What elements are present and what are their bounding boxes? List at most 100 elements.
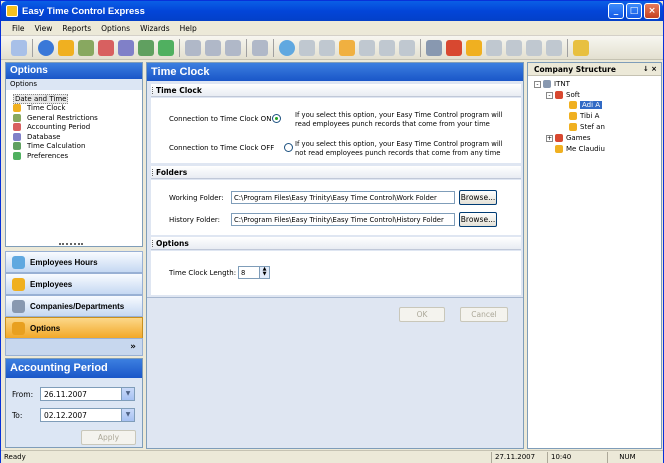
building-icon[interactable] [426, 39, 442, 56]
tree-node-tibi-a[interactable]: Tibi A [569, 112, 599, 120]
calculator-icon[interactable] [138, 39, 154, 56]
main-title: Time Clock [147, 63, 523, 81]
employee-5-icon[interactable] [546, 39, 562, 56]
nav-expand-chevron[interactable]: » [5, 338, 143, 356]
employee-2-icon[interactable] [486, 39, 502, 56]
time-clock-on-description: If you select this option, your Easy Tim… [295, 111, 503, 128]
tree-node-games[interactable]: + Games [546, 134, 591, 142]
employee-icon[interactable] [466, 39, 482, 56]
options-panel: Options Options Date and Time Time Clock… [5, 62, 143, 247]
tree-expand-icon[interactable]: + [546, 134, 553, 142]
search-icon[interactable] [279, 39, 295, 56]
menu-options[interactable]: Options [96, 24, 135, 33]
department-icon [555, 91, 563, 99]
exit-icon[interactable] [573, 39, 589, 56]
menu-wizards[interactable]: Wizards [135, 24, 175, 33]
employee-4-icon[interactable] [526, 39, 542, 56]
menu-file[interactable]: File [7, 24, 30, 33]
employee-3-icon[interactable] [506, 39, 522, 56]
ok-button[interactable]: OK [399, 307, 445, 322]
tree-node-soft[interactable]: - Soft [546, 91, 580, 99]
user-4-icon[interactable] [359, 39, 375, 56]
nav-employees[interactable]: Employees [5, 273, 143, 295]
user-icon[interactable] [299, 39, 315, 56]
splitter-grip[interactable] [59, 243, 83, 246]
menu-view[interactable]: View [30, 24, 58, 33]
cancel-button[interactable]: Cancel [460, 307, 508, 322]
time-clock-on-radio[interactable] [272, 114, 281, 123]
employee-icon [555, 145, 563, 153]
period-icon[interactable] [98, 39, 114, 56]
company-structure-panel: Company Structure ↓ × - ITNT - Soft Adi … [527, 62, 662, 449]
preferences-icon[interactable] [158, 39, 174, 56]
employee-icon [569, 123, 577, 131]
option-general-restrictions[interactable]: General Restrictions [13, 113, 142, 123]
option-preferences[interactable]: Preferences [13, 151, 142, 161]
tree-node-adi-a[interactable]: Adi A [569, 101, 603, 109]
user-2-icon[interactable] [319, 39, 335, 56]
section-options: Options [151, 237, 521, 250]
employee-icon [569, 112, 577, 120]
report-icon[interactable] [185, 39, 201, 56]
restriction-icon[interactable] [78, 39, 94, 56]
print-icon[interactable] [252, 39, 268, 56]
nav-companies-departments[interactable]: Companies/Departments [5, 295, 143, 317]
option-time-clock[interactable]: Time Clock [13, 104, 142, 114]
options-panel-title: Options [6, 63, 142, 79]
user-6-icon[interactable] [399, 39, 415, 56]
option-date-and-time[interactable]: Date and Time [13, 93, 142, 104]
app-icon [6, 5, 18, 17]
pin-close-icon[interactable]: ↓ × [643, 65, 657, 73]
company-structure-title: Company Structure ↓ × [528, 63, 661, 76]
working-folder-input[interactable]: C:\Program Files\Easy Trinity\Easy Time … [231, 191, 455, 204]
option-database[interactable]: Database [13, 132, 142, 142]
user-5-icon[interactable] [379, 39, 395, 56]
history-folder-input[interactable]: C:\Program Files\Easy Trinity\Easy Time … [231, 213, 455, 226]
chevron-down-icon[interactable]: ▼ [121, 388, 134, 400]
chevron-down-icon[interactable]: ▼ [121, 409, 134, 421]
tree-node-itnt[interactable]: - ITNT [534, 80, 570, 88]
database-icon[interactable] [118, 39, 134, 56]
report-2-icon[interactable] [205, 39, 221, 56]
globe-icon[interactable] [38, 39, 54, 56]
status-date: 27.11.2007 [491, 452, 547, 463]
nav-options[interactable]: Options [5, 317, 143, 339]
option-accounting-period[interactable]: Accounting Period [13, 123, 142, 133]
from-date-select[interactable]: 26.11.2007 ▼ [40, 387, 135, 401]
section-time-clock: Time Clock [151, 84, 521, 97]
to-label: To: [12, 411, 23, 420]
length-spinner[interactable]: ▲ ▼ [259, 266, 270, 279]
menu-reports[interactable]: Reports [57, 24, 96, 33]
report-3-icon[interactable] [225, 39, 241, 56]
time-clock-off-radio[interactable] [284, 143, 293, 152]
toolbar [1, 36, 663, 60]
apply-button[interactable]: Apply [81, 430, 136, 445]
employee-icon [569, 101, 577, 109]
menu-help[interactable]: Help [175, 24, 202, 33]
tree-node-me-claudiu[interactable]: Me Claudiu [555, 145, 605, 153]
restriction-icon [13, 113, 21, 122]
time-clock-length-input[interactable]: 8 [238, 266, 260, 279]
app-window: Easy Time Control Express _ □ × File Vie… [0, 0, 664, 463]
title-bar: Easy Time Control Express _ □ × [1, 1, 663, 21]
close-button[interactable]: × [644, 3, 660, 19]
back-icon[interactable] [11, 39, 27, 56]
option-time-calculation[interactable]: Time Calculation [13, 142, 142, 152]
employees-hours-icon [12, 255, 25, 269]
nav-employees-hours[interactable]: Employees Hours [5, 251, 143, 273]
minimize-button[interactable]: _ [608, 3, 624, 19]
user-3-icon[interactable] [339, 39, 355, 56]
tree-node-stefan[interactable]: Stef an [569, 123, 605, 131]
tree-collapse-icon[interactable]: - [534, 80, 541, 88]
department-icon [555, 134, 563, 142]
clock-icon[interactable] [58, 39, 74, 56]
company-icon[interactable] [446, 39, 462, 56]
clock-icon [13, 104, 21, 113]
to-date-select[interactable]: 02.12.2007 ▼ [40, 408, 135, 422]
browse-history-button[interactable]: Browse... [459, 212, 497, 227]
tree-collapse-icon[interactable]: - [546, 91, 553, 99]
history-folder-label: History Folder: [169, 216, 220, 224]
maximize-button[interactable]: □ [626, 3, 642, 19]
options-panel-subtitle: Options [6, 79, 142, 90]
browse-working-button[interactable]: Browse... [459, 190, 497, 205]
